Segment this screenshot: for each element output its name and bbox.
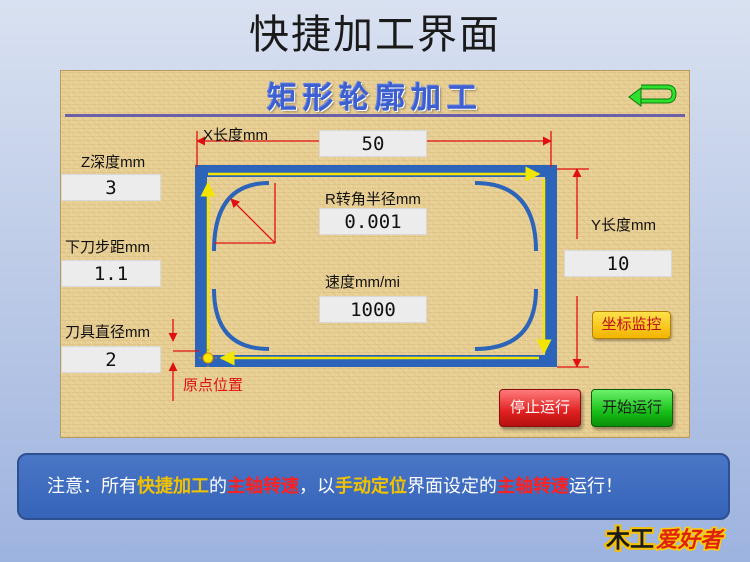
y-length-field[interactable]: 10 [564,250,672,277]
notice-text: 注意：所有 [47,476,137,496]
z-depth-field[interactable]: 3 [61,174,161,201]
origin-position-label: 原点位置 [183,377,244,394]
x-length-label: X长度mm [203,127,268,144]
notice-text: 的 [209,476,227,496]
svg-text:木工: 木工 [605,525,654,553]
step-down-field[interactable]: 1.1 [61,260,161,287]
x-length-field[interactable]: 50 [319,130,427,157]
notice-text: ，以 [299,476,335,496]
notice-text: 界面设定的 [407,476,497,496]
start-run-button[interactable]: 开始运行 [591,389,673,427]
notice-highlight: 手动定位 [335,476,407,496]
speed-field[interactable]: 1000 [319,296,427,323]
y-length-label: Y长度mm [591,217,656,234]
notice-highlight: 快捷加工 [137,476,209,496]
notice-box: 注意：所有快捷加工的主轴转速，以手动定位界面设定的主轴转速运行！ [17,453,730,520]
coordinate-monitor-button[interactable]: 坐标监控 [592,311,671,339]
corner-radius-label: R转角半径mm [325,191,421,208]
speed-label: 速度mm/mi [325,274,400,291]
step-down-label: 下刀步距mm [65,239,150,256]
tool-diameter-label: 刀具直径mm [65,324,150,341]
stop-run-button[interactable]: 停止运行 [499,389,581,427]
slide-title: 快捷加工界面 [249,12,501,58]
notice-highlight: 主轴转速 [227,476,299,496]
radius-indicator [214,183,276,244]
notice-highlight: 主轴转速 [497,476,569,496]
tool-diameter-field[interactable]: 2 [61,346,161,373]
rect-contour-panel: 矩形轮廓加工 X长度mm 50 Z深度mm 3 下刀步距mm 1.1 刀具直径m… [60,70,690,438]
corner-radius-field[interactable]: 0.001 [319,208,427,235]
z-depth-label: Z深度mm [81,154,146,171]
notice-text: 运行！ [569,476,623,496]
brand-logo: 木工 爱好者 [604,523,727,555]
svg-text:爱好者: 爱好者 [656,528,725,553]
